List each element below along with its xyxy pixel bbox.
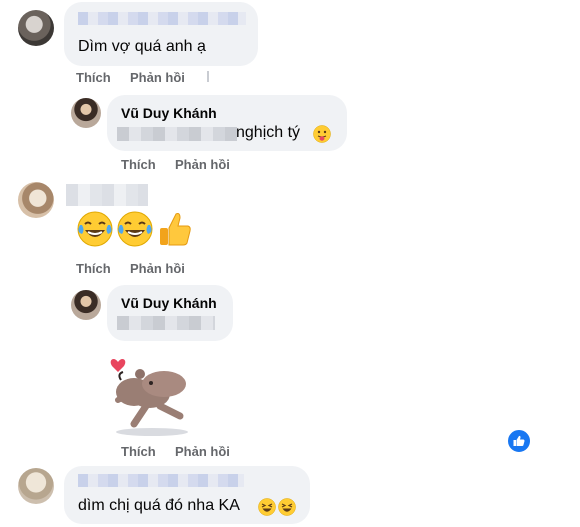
avatar[interactable] xyxy=(71,290,101,320)
avatar[interactable] xyxy=(71,98,101,128)
tongue-face-emoji xyxy=(313,125,331,143)
comment-text: Dìm vợ quá anh ạ xyxy=(78,38,206,55)
avatar[interactable] xyxy=(18,182,54,218)
laughing-emoji xyxy=(258,498,276,516)
like-action[interactable]: Thích xyxy=(121,157,156,172)
tears-of-joy-emoji xyxy=(117,211,153,247)
redacted-author-name xyxy=(78,474,244,487)
reply-action[interactable]: Phản hồi xyxy=(175,157,230,172)
like-action[interactable]: Thích xyxy=(121,444,156,459)
laughing-emoji xyxy=(278,498,296,516)
reply-action[interactable]: Phản hồi xyxy=(130,261,185,276)
like-reaction-badge[interactable] xyxy=(506,428,532,454)
like-action[interactable]: Thích xyxy=(76,70,111,85)
reply-text: nghịch tý xyxy=(236,124,301,141)
redacted-mention xyxy=(117,127,237,141)
thumbs-up-emoji xyxy=(160,213,191,246)
redacted-mention xyxy=(117,316,215,330)
redacted-author-name xyxy=(78,12,246,25)
comment-bubble: dìm chị quá đó nha KA xyxy=(64,466,310,524)
capybara-sticker xyxy=(110,359,188,436)
reply-bubble: Vũ Duy Khánh nghịch tý xyxy=(107,95,347,151)
thumbs-up-icon xyxy=(513,435,525,446)
like-action[interactable]: Thích xyxy=(76,261,111,276)
redacted-author-name xyxy=(66,184,148,206)
timestamp-redacted xyxy=(207,71,209,82)
reply-author-name[interactable]: Vũ Duy Khánh xyxy=(121,105,217,121)
reply-bubble: Vũ Duy Khánh xyxy=(107,285,233,341)
reply-action[interactable]: Phản hồi xyxy=(130,70,185,85)
comment-text: dìm chị quá đó nha KA xyxy=(78,497,240,514)
tears-of-joy-emoji xyxy=(77,211,113,247)
reply-author-name[interactable]: Vũ Duy Khánh xyxy=(121,295,217,311)
avatar[interactable] xyxy=(18,10,54,46)
avatar[interactable] xyxy=(18,468,54,504)
reply-action[interactable]: Phản hồi xyxy=(175,444,230,459)
comment-bubble: Dìm vợ quá anh ạ xyxy=(64,2,258,66)
